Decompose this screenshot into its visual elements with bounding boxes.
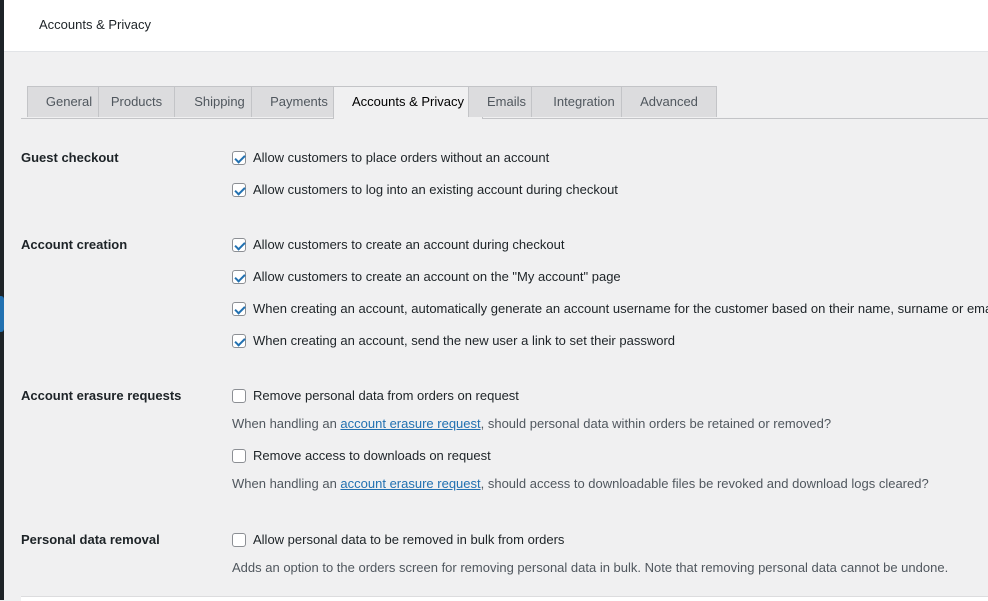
account-erasure-label: Account erasure requests: [21, 388, 182, 403]
checkbox-remove-downloads[interactable]: [232, 449, 246, 463]
checkbox-create-my-account[interactable]: [232, 270, 246, 284]
page-title: Accounts & Privacy: [39, 17, 151, 32]
guest-checkout-option-2[interactable]: Allow customers to log into an existing …: [232, 182, 618, 198]
account-creation-option-3[interactable]: When creating an account, automatically …: [232, 301, 988, 317]
tab-products[interactable]: Products: [98, 86, 175, 117]
account-creation-option-1[interactable]: Allow customers to create an account dur…: [232, 237, 564, 253]
admin-sidebar-edge: [0, 0, 4, 600]
removal-description: Adds an option to the orders screen for …: [232, 560, 949, 575]
erasure-option-2[interactable]: Remove access to downloads on request: [232, 448, 491, 464]
option-label: Allow customers to log into an existing …: [253, 182, 618, 197]
next-settings-panel: [21, 596, 988, 601]
description-text: , should access to downloadable files be…: [480, 476, 929, 491]
account-erasure-request-link[interactable]: account erasure request: [340, 416, 480, 431]
option-label: Allow customers to create an account dur…: [253, 237, 565, 252]
checkbox-create-at-checkout[interactable]: [232, 238, 246, 252]
erasure-option-1[interactable]: Remove personal data from orders on requ…: [232, 388, 519, 404]
erasure-description-1: When handling an account erasure request…: [232, 416, 831, 432]
option-label: Remove personal data from orders on requ…: [253, 388, 519, 403]
account-erasure-request-link[interactable]: account erasure request: [340, 476, 480, 491]
checkbox-bulk-removal[interactable]: [232, 533, 246, 547]
checkbox-send-password-link[interactable]: [232, 334, 246, 348]
checkbox-guest-login[interactable]: [232, 183, 246, 197]
settings-tabs: General Products Shipping Payments Accou…: [21, 86, 988, 119]
account-creation-label: Account creation: [21, 237, 128, 252]
tab-accounts-privacy[interactable]: Accounts & Privacy: [333, 86, 483, 119]
erasure-description-2: When handling an account erasure request…: [232, 476, 929, 492]
tab-advanced[interactable]: Advanced: [621, 86, 717, 117]
description-text: When handling an: [232, 416, 341, 431]
guest-checkout-option-1[interactable]: Allow customers to place orders without …: [232, 150, 549, 166]
checkbox-guest-orders[interactable]: [232, 151, 246, 165]
removal-option-1[interactable]: Allow personal data to be removed in bul…: [232, 532, 564, 548]
account-creation-option-4[interactable]: When creating an account, send the new u…: [232, 333, 675, 349]
description-text: , should personal data within orders be …: [480, 416, 832, 431]
checkbox-remove-order-data[interactable]: [232, 389, 246, 403]
admin-menu-indicator: [0, 296, 4, 332]
option-label: Allow personal data to be removed in bul…: [253, 532, 565, 547]
option-label: Allow customers to create an account on …: [253, 269, 621, 284]
top-header-bar: Accounts & Privacy: [4, 0, 988, 52]
checkbox-generate-username[interactable]: [232, 302, 246, 316]
guest-checkout-label: Guest checkout: [21, 150, 119, 165]
option-label: Allow customers to place orders without …: [253, 150, 550, 165]
account-creation-option-2[interactable]: Allow customers to create an account on …: [232, 269, 621, 285]
option-label: When creating an account, send the new u…: [253, 333, 676, 348]
description-text: When handling an: [232, 476, 341, 491]
personal-data-removal-label: Personal data removal: [21, 532, 160, 547]
option-label: Remove access to downloads on request: [253, 448, 491, 463]
option-label: When creating an account, automatically …: [253, 301, 988, 316]
